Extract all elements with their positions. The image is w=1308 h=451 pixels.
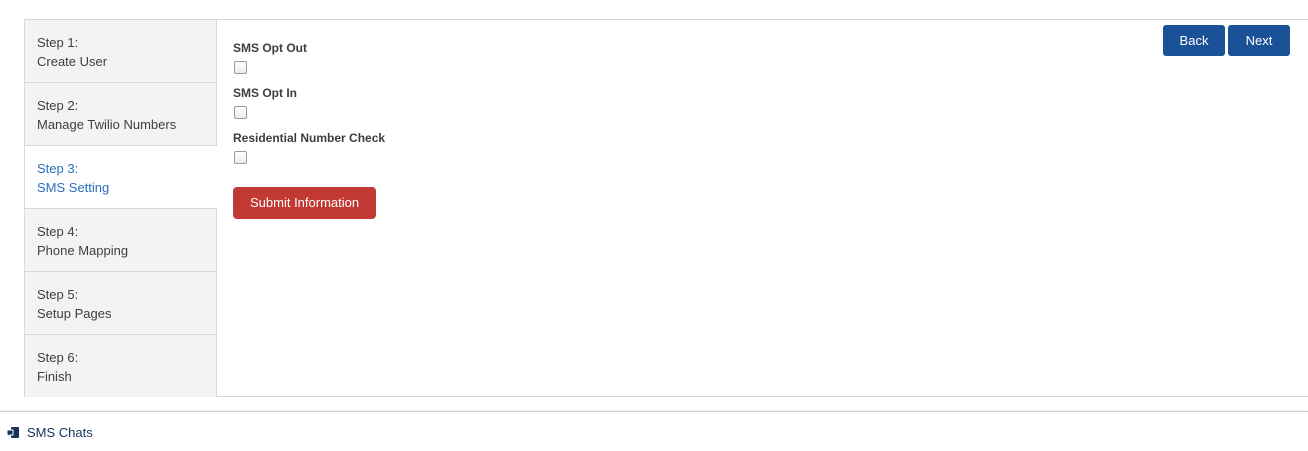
step-number: Step 3: [37,161,79,176]
step-number: Step 5: [37,287,79,302]
step-number: Step 6: [37,350,79,365]
step-create-user[interactable]: Step 1: Create User [25,20,216,83]
sms-opt-in-label: SMS Opt In [233,86,297,100]
submit-information-button[interactable]: Submit Information [233,187,377,219]
back-button[interactable]: Back [1163,25,1225,56]
step-sms-setting[interactable]: Step 3: SMS Setting [25,146,217,209]
wizard-nav: Back Next [1163,25,1290,56]
step-manage-twilio-numbers[interactable]: Step 2: Manage Twilio Numbers [25,83,216,146]
step-name: SMS Setting [37,180,110,195]
step-name: Finish [37,369,72,384]
sms-opt-in-checkbox[interactable] [234,106,247,119]
wizard-steps: Step 1: Create User Step 2: Manage Twili… [25,20,217,397]
sms-opt-out-checkbox[interactable] [234,61,247,74]
sms-chats-label: SMS Chats [27,425,93,440]
residential-number-check-label: Residential Number Check [233,131,386,145]
step-finish[interactable]: Step 6: Finish [25,335,216,397]
utility-bar: SMS Chats [0,411,1308,451]
sms-settings-form: SMS Opt Out SMS Opt In Residential Numbe… [233,40,385,219]
step-name: Setup Pages [37,306,112,321]
step-setup-pages[interactable]: Step 5: Setup Pages [25,272,216,335]
step-name: Manage Twilio Numbers [37,117,177,132]
step-name: Create User [37,54,108,69]
residential-number-check-checkbox[interactable] [234,151,247,164]
step-number: Step 1: [37,35,79,50]
step-number: Step 4: [37,224,79,239]
step-phone-mapping[interactable]: Step 4: Phone Mapping [25,209,216,272]
sms-opt-out-label: SMS Opt Out [233,41,307,55]
next-button[interactable]: Next [1228,25,1290,56]
setup-wizard: Step 1: Create User Step 2: Manage Twili… [24,19,1308,397]
sms-chats-item[interactable]: SMS Chats [6,425,93,440]
step-name: Phone Mapping [37,243,129,258]
step-number: Step 2: [37,98,79,113]
chat-icon [6,426,19,438]
